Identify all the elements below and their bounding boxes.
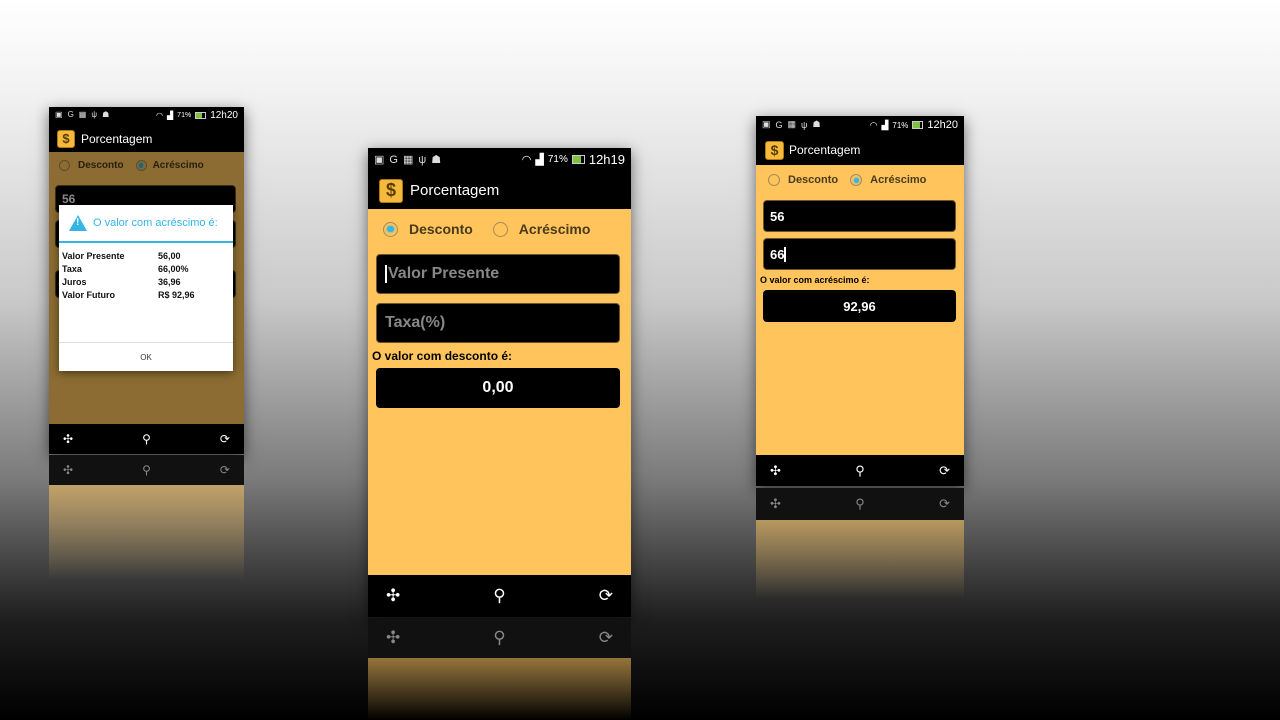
radio-acrescimo[interactable] (492, 221, 508, 237)
g-icon: G (67, 110, 74, 119)
dollar-icon: $ (765, 140, 784, 160)
network-icon: ✣ (386, 628, 401, 647)
taxa-input[interactable]: 66 (763, 238, 956, 270)
dialog-row: Valor Presente 56,00 (62, 251, 181, 261)
status-bar: ▣ G ▦ ψ ☗ ◠ ▟ 71% 12h20 (49, 107, 244, 125)
result-label: O valor com acréscimo é: (760, 275, 870, 285)
wifi-icon: ◠ (869, 119, 878, 130)
app-title: Porcentagem (81, 131, 153, 146)
status-bar: ▣ G ▦ ψ ☗ ◠ ▟ 71% 12h19 (368, 148, 631, 172)
dialog-row: Juros 36,96 (62, 277, 181, 287)
valor-presente-input[interactable]: Valor Presente (376, 254, 620, 294)
search-icon[interactable]: ⚲ (855, 463, 865, 479)
usb-icon: ψ (91, 110, 98, 119)
radio-desconto-label: Desconto (409, 221, 473, 237)
dialog-title: O valor com acréscimo é: (93, 217, 218, 229)
dialog-title-bar: O valor com acréscimo é: (59, 205, 233, 243)
refresh-icon: ⟳ (598, 628, 613, 647)
signal-icon: ▟ (881, 119, 889, 130)
wifi-icon: ◠ (521, 154, 532, 166)
calendar-icon: ▦ (402, 154, 414, 166)
battery-icon (912, 121, 924, 129)
image-icon: ▣ (374, 154, 385, 166)
taxa-input[interactable]: Taxa(%) (376, 303, 620, 343)
warning-icon (69, 215, 87, 231)
refresh-icon: ⟳ (219, 463, 230, 477)
center-phone-reflection: ✣ ⚲ ⟳ (368, 618, 631, 720)
refresh-icon[interactable]: ⟳ (220, 432, 230, 446)
network-icon[interactable]: ✣ (386, 586, 400, 606)
result-dialog: O valor com acréscimo é: Valor Presente … (59, 205, 233, 371)
g-icon: G (775, 119, 783, 130)
text-cursor (385, 265, 387, 283)
right-phone: ▣ G ▦ ψ ☗ ◠ ▟ 71% 12h20 $ Porcentagem De… (756, 116, 964, 486)
battery-percent: 71% (892, 120, 909, 130)
signal-icon: ▟ (167, 111, 174, 120)
network-icon[interactable]: ✣ (770, 463, 781, 479)
center-phone: ▣ G ▦ ψ ☗ ◠ ▟ 71% 12h19 $ Porcentagem De… (368, 148, 631, 617)
dollar-icon: $ (379, 178, 403, 203)
image-icon: ▣ (762, 119, 771, 129)
battery-icon (571, 155, 585, 164)
usb-icon: ψ (801, 119, 808, 130)
app-title: Porcentagem (410, 182, 500, 199)
clock: 12h20 (210, 110, 238, 121)
dollar-icon: $ (57, 129, 75, 148)
battery-icon (195, 112, 207, 119)
dialog-ok-button[interactable]: OK (59, 342, 233, 371)
result-label: O valor com desconto é: (372, 349, 513, 363)
android-icon: ☗ (812, 119, 821, 129)
image-icon: ▣ (55, 110, 63, 119)
signal-icon: ▟ (535, 154, 544, 166)
android-icon: ☗ (431, 154, 442, 166)
network-icon[interactable]: ✣ (63, 432, 73, 446)
dialog-row: Taxa 66,00% (62, 264, 189, 274)
network-icon: ✣ (63, 463, 74, 477)
network-icon: ✣ (770, 496, 781, 511)
status-bar: ▣ G ▦ ψ ☗ ◠ ▟ 71% 12h20 (756, 116, 964, 135)
radio-acrescimo[interactable] (850, 174, 863, 186)
bottom-bar: ✣ ⚲ ⟳ (368, 575, 631, 617)
content-area: Desconto Acréscimo 56 66 O valor com acr… (756, 165, 964, 455)
search-icon: ⚲ (493, 628, 506, 647)
search-icon: ⚲ (142, 463, 151, 477)
usb-icon: ψ (418, 153, 427, 166)
radio-acrescimo-label: Acréscimo (870, 174, 927, 186)
content-area: Desconto Acréscimo Valor Presente Taxa(%… (368, 209, 631, 575)
radio-desconto[interactable] (383, 221, 398, 237)
g-icon: G (389, 153, 398, 166)
app-bar: $ Porcentagem (756, 135, 964, 165)
app-title: Porcentagem (789, 143, 861, 157)
calendar-icon: ▦ (787, 119, 797, 129)
radio-desconto-label: Desconto (788, 174, 839, 186)
search-icon[interactable]: ⚲ (493, 586, 505, 606)
result-value: 92,96 (763, 290, 956, 322)
bottom-bar: ✣ ⚲ ⟳ (756, 455, 964, 486)
battery-percent: 71% (547, 154, 568, 165)
result-value: 0,00 (376, 368, 620, 408)
wifi-icon: ◠ (156, 111, 164, 120)
text-cursor (784, 246, 787, 262)
search-icon[interactable]: ⚲ (142, 432, 151, 446)
app-bar: $ Porcentagem (368, 172, 631, 209)
calendar-icon: ▦ (78, 110, 87, 119)
search-icon: ⚲ (855, 496, 865, 511)
android-icon: ☗ (102, 110, 110, 119)
left-phone: ▣ G ▦ ψ ☗ ◠ ▟ 71% 12h20 $ Porcentagem De… (49, 107, 244, 454)
left-phone-reflection: ✣ ⚲ ⟳ (49, 455, 244, 580)
app-bar: $ Porcentagem (49, 125, 244, 152)
right-phone-reflection: ✣ ⚲ ⟳ (756, 488, 964, 598)
valor-presente-input[interactable]: 56 (763, 200, 956, 232)
refresh-icon: ⟳ (939, 496, 950, 511)
dialog-row: Valor Futuro R$ 92,96 (62, 290, 195, 300)
bottom-bar: ✣ ⚲ ⟳ (49, 424, 244, 454)
clock: 12h19 (588, 152, 625, 167)
clock: 12h20 (927, 119, 958, 131)
battery-percent: 71% (177, 112, 192, 119)
radio-acrescimo-label: Acréscimo (518, 221, 591, 237)
radio-desconto[interactable] (768, 174, 780, 186)
refresh-icon[interactable]: ⟳ (939, 463, 950, 479)
refresh-icon[interactable]: ⟳ (599, 586, 613, 606)
